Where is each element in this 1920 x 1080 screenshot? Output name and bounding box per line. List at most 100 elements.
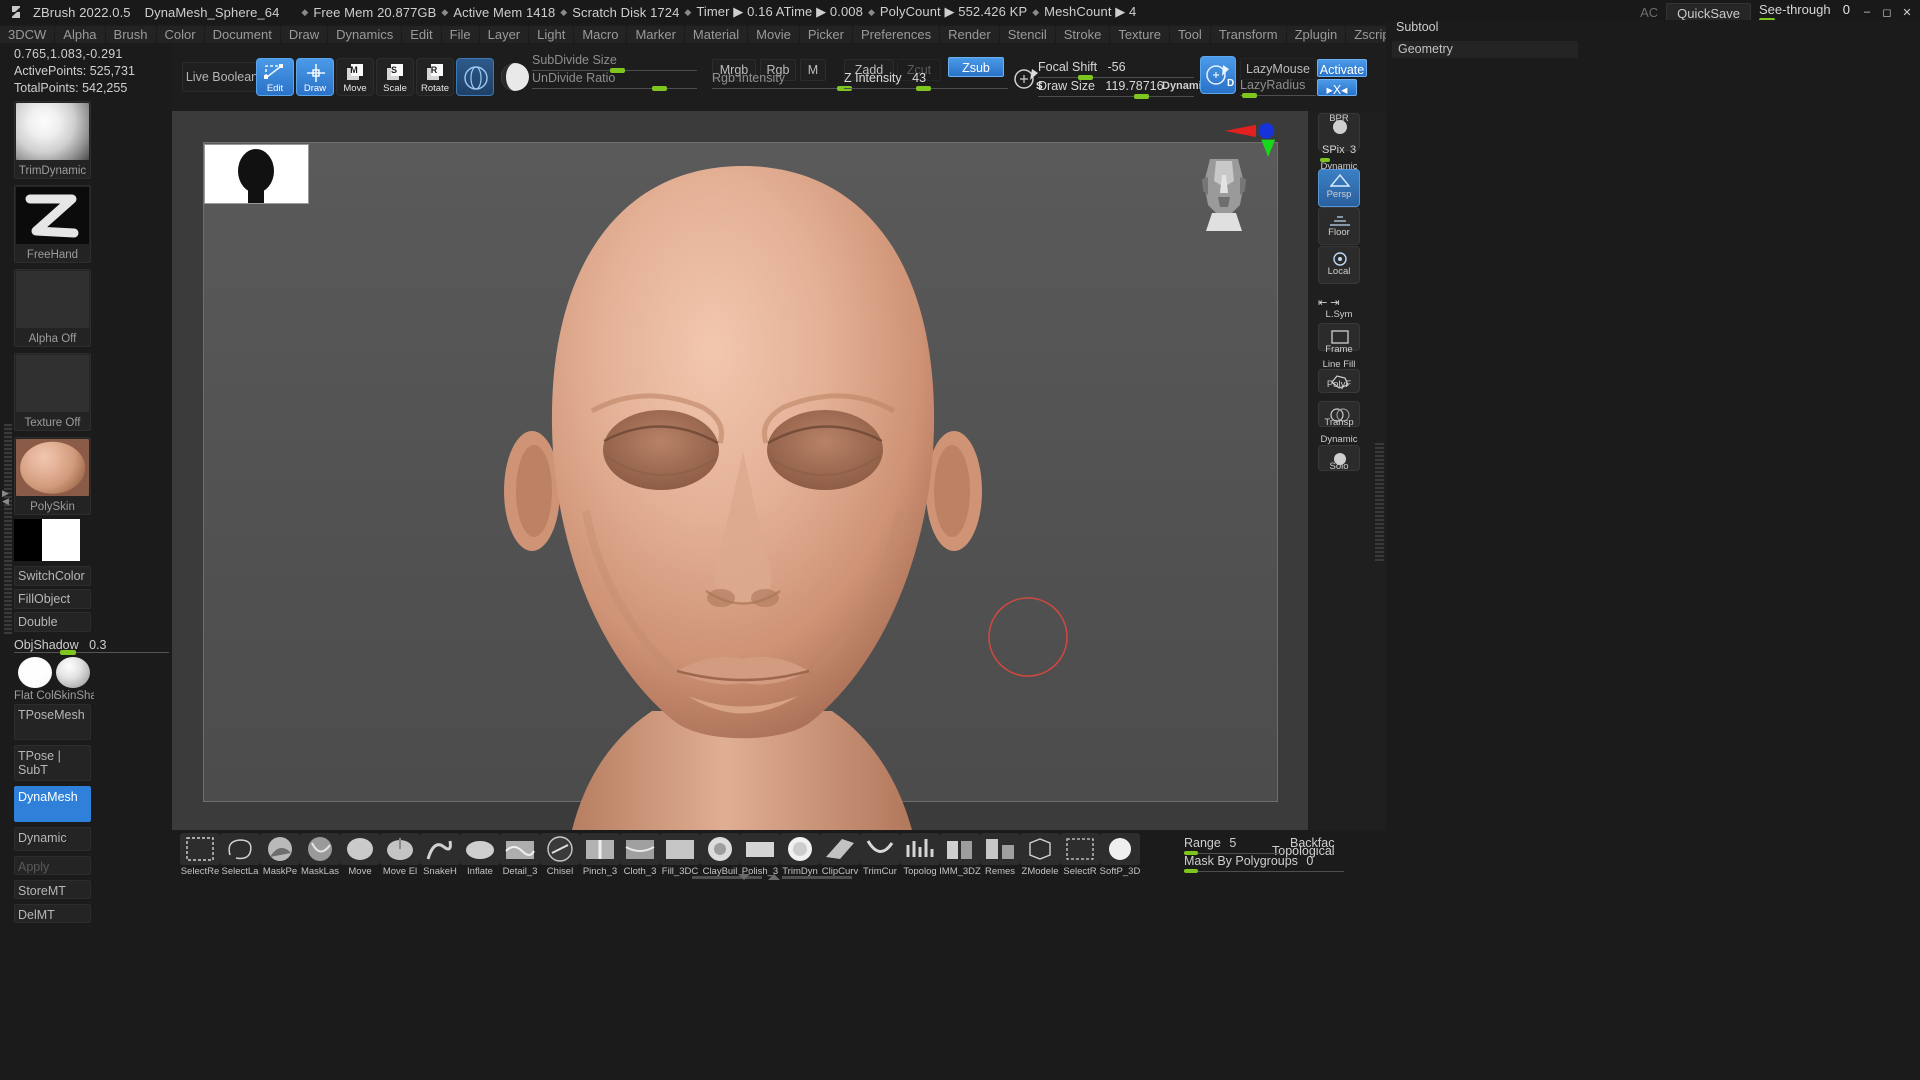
double-button[interactable]: Double — [14, 612, 91, 632]
brush-item[interactable]: ClayBuil — [700, 833, 740, 877]
tpose-subtool-button[interactable]: TPose | SubT — [14, 745, 91, 781]
primary-color-swatch[interactable] — [42, 519, 80, 561]
menu-item-dynamics[interactable]: Dynamics — [328, 25, 402, 43]
minimize-icon[interactable]: – — [1858, 3, 1876, 21]
brush-item[interactable]: SnakeH — [420, 833, 460, 877]
range-slider[interactable]: Range 5 — [1184, 836, 1282, 855]
see-through-slider[interactable]: See-through 0 — [1759, 2, 1854, 22]
geometry-section-header[interactable]: Geometry — [1392, 41, 1578, 58]
menu-item-layer[interactable]: Layer — [479, 25, 529, 43]
menu-item-edit[interactable]: Edit — [402, 25, 441, 43]
delete-morph-target-button[interactable]: DelMT — [14, 904, 91, 923]
stroke-thumbnail[interactable]: FreeHand — [14, 185, 91, 263]
edit-button[interactable]: Edit — [256, 58, 294, 96]
brush-item[interactable]: ClipCurv — [820, 833, 860, 877]
menu-item-stencil[interactable]: Stencil — [999, 25, 1055, 43]
brush-item[interactable]: MaskPe — [260, 833, 300, 877]
x-symmetry-button[interactable]: ▸X◂ — [1317, 79, 1357, 97]
mini-head-navigator[interactable] — [1196, 153, 1252, 237]
z-intensity-slider[interactable]: Z Intensity 43 — [844, 69, 1012, 91]
objshadow-slider[interactable]: ObjShadow 0.3 — [14, 636, 169, 655]
menu-item-picker[interactable]: Picker — [799, 25, 852, 43]
dynamesh-button[interactable]: DynaMesh — [14, 786, 91, 822]
perspective-button[interactable] — [456, 58, 494, 96]
dynamic-button[interactable]: Dynamic — [14, 827, 91, 851]
brush-item[interactable]: TrimDyn — [780, 833, 820, 877]
fill-object-button[interactable]: FillObject — [14, 589, 91, 609]
alpha-thumbnail[interactable]: Alpha Off — [14, 269, 91, 347]
store-morph-target-button[interactable]: StoreMT — [14, 880, 91, 899]
left-shelf-scrollbar[interactable] — [4, 424, 12, 634]
floor-button[interactable] — [1318, 207, 1360, 245]
brush-item[interactable]: Move El — [380, 833, 420, 877]
move-button[interactable]: M Move — [336, 58, 374, 96]
brush-item[interactable]: Detail_3 — [500, 833, 540, 877]
menu-item-render[interactable]: Render — [940, 25, 999, 43]
brush-item[interactable]: ZModele — [1020, 833, 1060, 877]
brush-item[interactable]: Topolog — [900, 833, 940, 877]
menu-item-file[interactable]: File — [441, 25, 479, 43]
lsym-icon[interactable]: ⇤ ⇥ — [1318, 296, 1340, 309]
close-icon[interactable]: ✕ — [1898, 3, 1916, 21]
collapse-triangle-icon[interactable] — [738, 874, 750, 880]
axis-gizmo-icon[interactable] — [1216, 117, 1296, 157]
activate-symmetry-button[interactable]: Activate — [1317, 59, 1367, 77]
brush-item[interactable]: Cloth_3 — [620, 833, 660, 877]
switch-color-button[interactable]: SwitchColor — [14, 566, 91, 586]
brush-item[interactable]: SoftP_3D — [1100, 833, 1140, 877]
left-shelf-expand-icon[interactable]: ▶ ◀ — [2, 489, 9, 506]
material-sphere-icon[interactable] — [496, 58, 534, 96]
brush-item[interactable]: Chisel — [540, 833, 580, 877]
menu-item-light[interactable]: Light — [529, 25, 574, 43]
menu-item-tool[interactable]: Tool — [1169, 25, 1210, 43]
bottom-drag-handle[interactable] — [692, 876, 762, 879]
flat-color-material-icon[interactable] — [18, 657, 52, 688]
quicksave-button[interactable]: QuickSave — [1666, 2, 1751, 22]
canvas-bottom-handles[interactable] — [172, 874, 1372, 882]
menu-item-stroke[interactable]: Stroke — [1055, 25, 1110, 43]
lazy-radius-slider[interactable]: LazyRadius — [1240, 76, 1316, 98]
menu-item-zplugin[interactable]: Zplugin — [1286, 25, 1346, 43]
viewport[interactable] — [172, 111, 1308, 830]
scale-button[interactable]: S Scale — [376, 58, 414, 96]
menu-item-texture[interactable]: Texture — [1110, 25, 1169, 43]
live-boolean-button[interactable]: Live Boolean — [182, 62, 262, 92]
tpose-mesh-button[interactable]: TPoseMesh — [14, 704, 91, 740]
backface-label[interactable]: Backfac — [1290, 836, 1356, 854]
bottom-drag-handle[interactable] — [782, 876, 852, 879]
subtool-title[interactable]: Subtool — [1392, 20, 1578, 38]
menu-item-3dcw[interactable]: 3DCW — [0, 25, 55, 43]
brush-item[interactable]: SelectRe — [180, 833, 220, 877]
menu-item-movie[interactable]: Movie — [748, 25, 799, 43]
brush-item[interactable]: Move — [340, 833, 380, 877]
menu-item-macro[interactable]: Macro — [574, 25, 627, 43]
lazy-mouse-toggle-icon[interactable]: D — [1200, 56, 1236, 94]
brush-item[interactable]: SelectLa — [220, 833, 260, 877]
brush-item[interactable]: IMM_3DZ — [939, 833, 981, 877]
expand-triangle-icon[interactable] — [768, 874, 780, 880]
menu-item-draw[interactable]: Draw — [280, 25, 328, 43]
texture-thumbnail[interactable]: Texture Off — [14, 353, 91, 431]
brush-item[interactable]: Pinch_3 — [580, 833, 620, 877]
persp-button[interactable] — [1318, 169, 1360, 207]
brush-item[interactable]: SelectR — [1060, 833, 1100, 877]
menu-item-preferences[interactable]: Preferences — [852, 25, 940, 43]
sculpted-head-model[interactable] — [172, 111, 1308, 830]
local-button[interactable] — [1318, 246, 1360, 284]
brush-item[interactable]: Inflate — [460, 833, 500, 877]
mask-by-polygroups-slider[interactable]: Mask By Polygroups 0 — [1184, 854, 1344, 873]
brush-item[interactable]: Fill_3DC — [660, 833, 700, 877]
maximize-icon[interactable]: ◻ — [1878, 3, 1896, 21]
rotate-button[interactable]: R Rotate — [416, 58, 454, 96]
draw-button[interactable]: Draw — [296, 58, 334, 96]
menu-item-alpha[interactable]: Alpha — [55, 25, 105, 43]
menu-item-material[interactable]: Material — [684, 25, 748, 43]
apply-button[interactable]: Apply — [14, 856, 91, 875]
brush-item[interactable]: TrimCur — [860, 833, 900, 877]
brush-item[interactable]: MaskLas — [300, 833, 340, 877]
material-thumbnail[interactable]: PolySkin — [14, 437, 91, 515]
color-swatches[interactable] — [14, 519, 91, 563]
brush-item[interactable]: Polish_3 — [740, 833, 780, 877]
brush-thumbnail[interactable]: TrimDynamic — [14, 101, 91, 179]
menu-item-document[interactable]: Document — [204, 25, 280, 43]
